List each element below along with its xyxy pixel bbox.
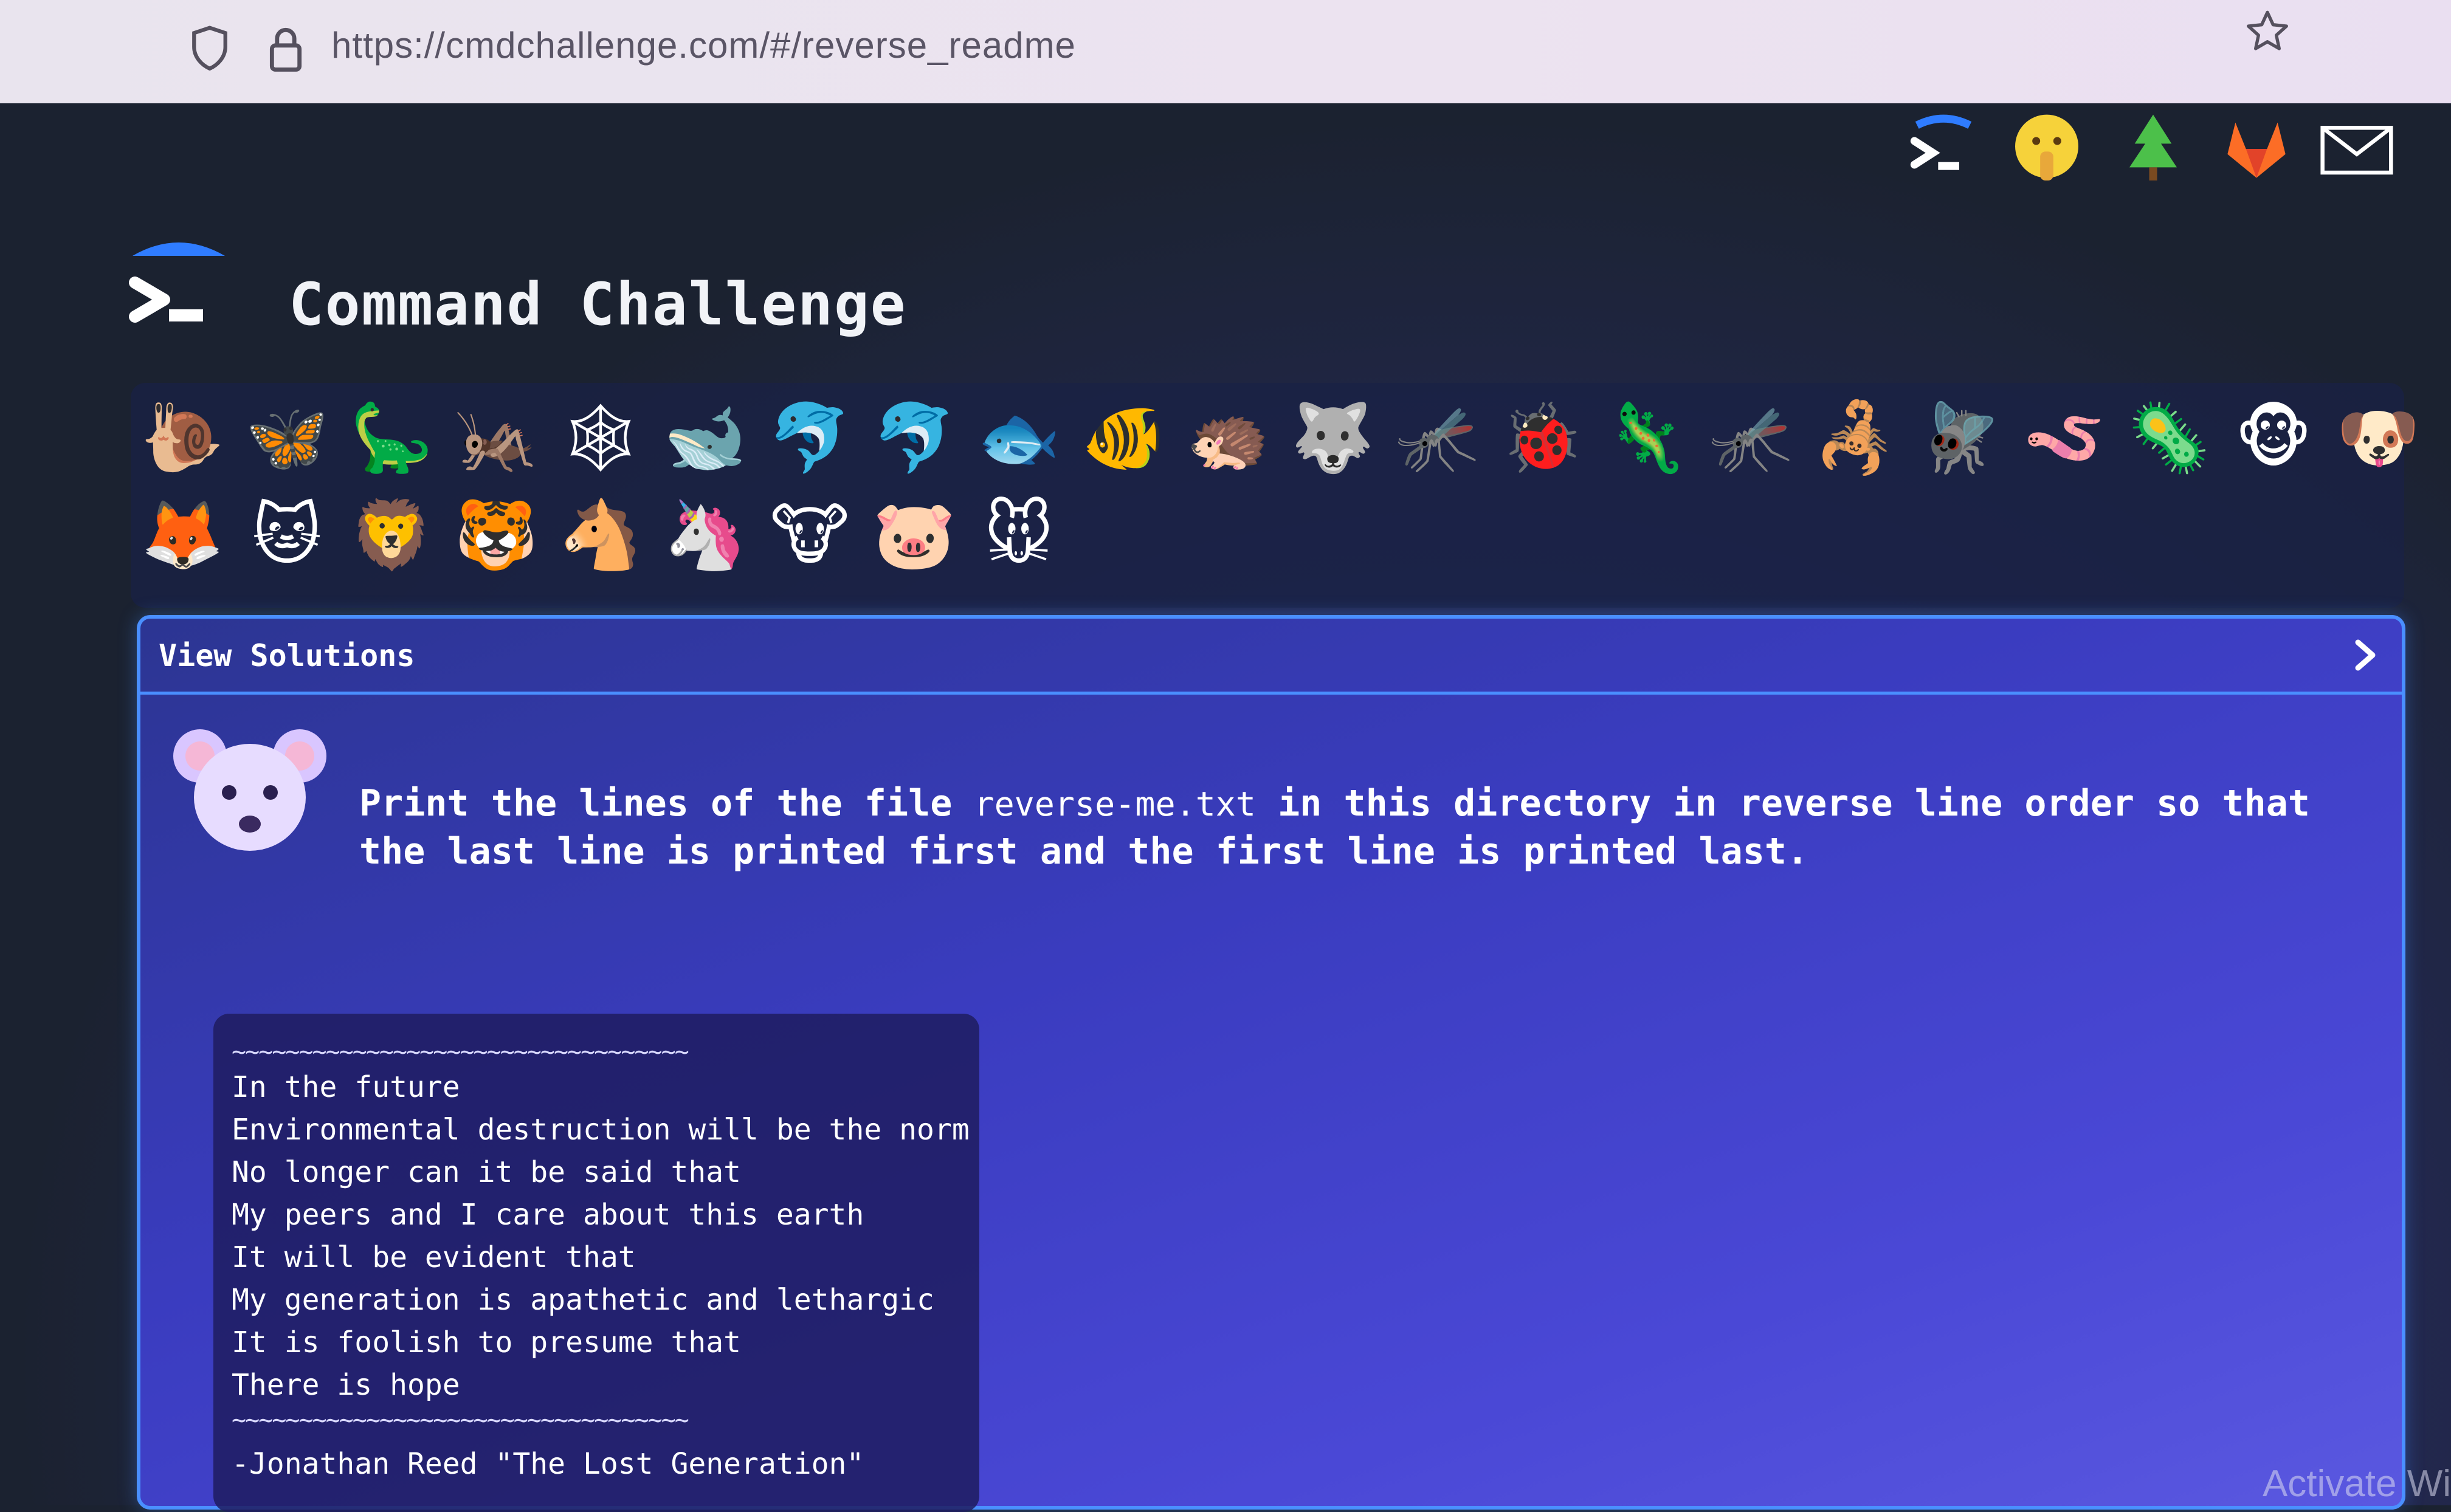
challenge-animal-icon[interactable]: 🐬 xyxy=(869,392,960,483)
browser-url-bar[interactable]: https://cmdchallenge.com/#/reverse_readm… xyxy=(0,0,2451,106)
poem-line: It will be evident that xyxy=(232,1240,636,1274)
poem-line: There is hope xyxy=(232,1368,460,1402)
challenge-animal-icon[interactable]: 🪰 xyxy=(1914,392,2005,483)
challenge-row-2: 🦊 🐱 🦁 🐯 🐴 🦄 🐮 🐷 🐭 xyxy=(137,489,1064,580)
challenge-animal-icon[interactable]: 🦄 xyxy=(660,489,751,580)
url-text[interactable]: https://cmdchallenge.com/#/reverse_readm… xyxy=(331,24,1076,66)
page: Command Challenge 🐌 🦋 🦕 🦗 🕸 🐋 🐬 🐬 🐟 🐠 🦔 🐺 🦟 🐞 🦎 🦟 🦂 🪰 🪱 🦠 🐵 🐶… xyxy=(0,103,2451,1512)
challenge-panel: View Solutions Print the lines of the fi… xyxy=(137,615,2405,1512)
top-nav-icons xyxy=(1904,103,2451,201)
challenge-animal-icon[interactable]: 🐷 xyxy=(869,489,960,580)
activate-windows-watermark: Activate Wi xyxy=(2262,1463,2451,1505)
challenge-animal-icon[interactable]: 🐋 xyxy=(660,392,751,483)
challenge-animal-icon[interactable]: 🐮 xyxy=(764,489,855,580)
challenge-row-1: 🐌 🦋 🦕 🦗 🕸 🐋 🐬 🐬 🐟 🐠 🦔 🐺 🦟 🐞 🦎 🦟 🦂 🪰 🪱 🦠 🐵 🐶 xyxy=(137,392,2424,483)
challenge-animal-icon[interactable]: 🐴 xyxy=(555,489,646,580)
challenge-animal-icon[interactable]: 🦠 xyxy=(2123,392,2215,483)
challenge-animal-icon[interactable]: 🐬 xyxy=(764,392,855,483)
challenge-animal-icon[interactable]: 🪱 xyxy=(2019,392,2110,483)
shushing-face-icon[interactable] xyxy=(2007,109,2086,188)
poem-line: My peers and I care about this earth xyxy=(232,1198,864,1232)
filename: reverse-me.txt xyxy=(974,785,1257,823)
challenge-animal-icon[interactable]: 🦗 xyxy=(450,392,542,483)
challenge-animal-icon[interactable]: 🐠 xyxy=(1078,392,1169,483)
file-content-box: ~~~~~~~~~~~~~~~~~~~~~~~~~~~~~~~~~~ In th… xyxy=(213,1014,979,1512)
challenge-animal-icon[interactable]: 🦕 xyxy=(346,392,437,483)
poem-author: -Jonathan Reed "The Lost Generation" xyxy=(232,1447,864,1481)
chevron-right-icon[interactable] xyxy=(2347,637,2384,673)
mouse-face-icon xyxy=(173,729,326,851)
challenge-animal-icon[interactable]: 🐯 xyxy=(450,489,542,580)
challenge-animal-icon[interactable]: 🦁 xyxy=(346,489,437,580)
separator-line: ~~~~~~~~~~~~~~~~~~~~~~~~~~~~~~~~~~ xyxy=(232,1406,689,1434)
page-title: Command Challenge xyxy=(289,270,907,338)
poem-line: In the future xyxy=(232,1070,460,1104)
challenge-animal-icon[interactable]: 🦟 xyxy=(1705,392,1796,483)
view-solutions-label[interactable]: View Solutions xyxy=(159,638,415,673)
terminal-icon[interactable] xyxy=(1904,109,1983,188)
view-solutions-header[interactable]: View Solutions xyxy=(140,619,2402,695)
challenge-animal-icon[interactable]: 🦎 xyxy=(1601,392,1692,483)
mail-icon[interactable] xyxy=(2317,109,2396,188)
star-icon[interactable] xyxy=(2243,7,2292,56)
challenge-animal-icon[interactable]: 🐱 xyxy=(241,489,333,580)
challenge-animal-icon[interactable]: 🦋 xyxy=(241,392,333,483)
separator-line: ~~~~~~~~~~~~~~~~~~~~~~~~~~~~~~~~~~ xyxy=(232,1038,689,1066)
prompt-text-start: Print the lines of the file xyxy=(359,782,974,825)
poem-line: Environmental destruction will be the no… xyxy=(232,1113,970,1147)
shield-icon[interactable] xyxy=(188,24,231,73)
poem-line: No longer can it be said that xyxy=(232,1155,742,1189)
challenge-animal-icon[interactable]: 🦊 xyxy=(137,489,228,580)
gitlab-fox-icon[interactable] xyxy=(2217,109,2296,188)
challenge-animal-icon[interactable]: 🦔 xyxy=(1182,392,1274,483)
tree-icon[interactable] xyxy=(2114,109,2193,188)
challenge-animal-icon[interactable]: 🐟 xyxy=(973,392,1064,483)
challenge-strip: 🐌 🦋 🦕 🦗 🕸 🐋 🐬 🐬 🐟 🐠 🦔 🐺 🦟 🐞 🦎 🦟 🦂 🪰 🪱 🦠 🐵 🐶 🦊 🐱 🦁 🐯 🐴 🦄 🐮 🐷 🐭 xyxy=(131,383,2419,608)
challenge-animal-icon[interactable]: 🐌 xyxy=(137,392,228,483)
challenge-animal-icon[interactable]: 🐞 xyxy=(1496,392,1587,483)
challenge-description: Print the lines of the file reverse-me.t… xyxy=(359,780,2353,875)
challenge-animal-icon[interactable]: 🐵 xyxy=(2228,392,2319,483)
challenge-animal-icon[interactable]: 🦟 xyxy=(1391,392,1483,483)
challenge-animal-icon[interactable]: 🦂 xyxy=(1810,392,1901,483)
poem-line: My generation is apathetic and lethargic xyxy=(232,1283,934,1317)
poem-line: It is foolish to presume that xyxy=(232,1325,742,1359)
poem-lines: In the future Environmental destruction w… xyxy=(232,1066,970,1406)
challenge-animal-icon[interactable]: 🐭 xyxy=(973,489,1064,580)
challenge-animal-icon[interactable]: 🐺 xyxy=(1287,392,1378,483)
challenge-animal-icon[interactable]: 🕸 xyxy=(555,392,646,483)
lock-icon[interactable] xyxy=(264,23,307,75)
challenge-animal-icon[interactable]: 🐶 xyxy=(2332,392,2424,483)
logo-terminal-icon xyxy=(129,242,225,323)
